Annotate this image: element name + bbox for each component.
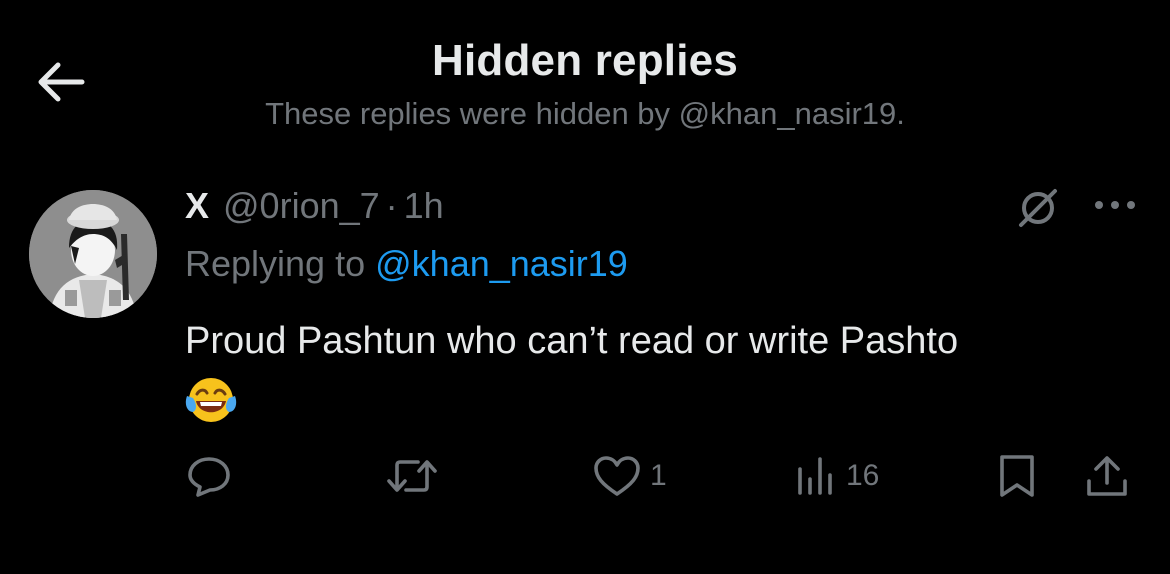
- author-display-name[interactable]: X: [185, 185, 209, 227]
- face-with-tears-of-joy-emoji-icon: [185, 378, 237, 422]
- avatar[interactable]: [29, 190, 157, 318]
- tweet-text-container: Proud Pashtun who can’t read or write Pa…: [185, 316, 1145, 426]
- unhide-reply-button[interactable]: [1012, 182, 1064, 234]
- tweet-timestamp[interactable]: 1h: [404, 185, 444, 227]
- reply-button[interactable]: [186, 448, 232, 504]
- page-header: Hidden replies These replies were hidden…: [0, 34, 1170, 136]
- tweet-text: Proud Pashtun who can’t read or write Pa…: [185, 320, 959, 362]
- author-handle[interactable]: @0rion_7: [223, 185, 380, 227]
- hidden-reply-icon: [1019, 189, 1057, 227]
- more-options-icon: [1095, 201, 1135, 209]
- views-chart-icon: [798, 457, 832, 495]
- replying-to-mention[interactable]: @khan_nasir19: [375, 243, 628, 284]
- retweet-icon: [387, 460, 437, 492]
- meta-separator: ·: [385, 185, 398, 226]
- heart-icon: [594, 456, 640, 496]
- like-button[interactable]: 1: [592, 448, 667, 504]
- reply-icon: [188, 457, 230, 497]
- page-title: Hidden replies: [432, 36, 738, 85]
- replying-to-line: Replying to @khan_nasir19: [185, 240, 628, 288]
- tweet-actions: 1 16: [180, 448, 1150, 504]
- more-options-button[interactable]: [1088, 185, 1142, 225]
- retweet-button[interactable]: [386, 448, 438, 504]
- views-button[interactable]: 16: [794, 448, 879, 504]
- page-subtitle: These replies were hidden by @khan_nasir…: [265, 96, 905, 131]
- avatar-image: [29, 190, 157, 318]
- share-button[interactable]: [1084, 448, 1130, 504]
- bookmark-icon: [1000, 455, 1034, 497]
- like-count: 1: [650, 459, 667, 492]
- bookmark-button[interactable]: [996, 448, 1038, 504]
- tweet-header: X @0rion_7 · 1h: [185, 180, 444, 232]
- views-count: 16: [846, 459, 880, 492]
- replying-to-label: Replying to: [185, 243, 366, 284]
- share-icon: [1087, 456, 1127, 496]
